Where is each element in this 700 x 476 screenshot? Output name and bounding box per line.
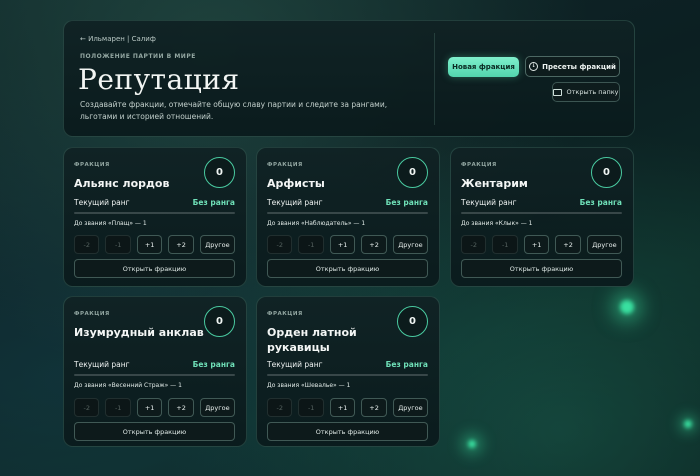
plus-1-button[interactable]: +1 [523, 235, 550, 254]
faction-card: ФРАКЦИЯ Арфисты 0 Текущий ранг Без ранга… [256, 147, 440, 287]
breadcrumb[interactable]: ← Ильмарен | Салиф [80, 35, 156, 43]
plus-1-button[interactable]: +1 [329, 398, 356, 417]
open-folder-label: Открыть папку [566, 88, 619, 96]
background-glow [468, 440, 476, 448]
faction-score: 0 [397, 157, 428, 188]
other-amount-button[interactable]: Другое [199, 398, 236, 417]
minus-1-button[interactable]: -1 [298, 398, 324, 417]
plus-1-button[interactable]: +1 [136, 235, 163, 254]
current-rank-label: Текущий ранг [267, 360, 323, 369]
background-glow [620, 300, 634, 314]
download-icon: ↓ [529, 62, 539, 71]
open-faction-button[interactable]: Открыть фракцию [267, 422, 428, 441]
next-rank-text: До звания «Весенний Страж» — 1 [74, 382, 182, 389]
reputation-step-buttons: -2 -1 +1 +2 Другое [267, 235, 429, 254]
next-rank-text: До звания «Шевалье» — 1 [267, 382, 351, 389]
rank-progress-bar [74, 212, 235, 214]
header-divider [434, 33, 435, 125]
faction-kicker: ФРАКЦИЯ [74, 162, 110, 168]
minus-2-button[interactable]: -2 [267, 235, 293, 254]
folder-icon [553, 88, 563, 96]
current-rank-label: Текущий ранг [267, 198, 323, 207]
rank-progress-bar [461, 212, 622, 214]
faction-kicker: ФРАКЦИЯ [267, 162, 303, 168]
reputation-step-buttons: -2 -1 +1 +2 Другое [74, 398, 236, 417]
reputation-step-buttons: -2 -1 +1 +2 Другое [74, 235, 236, 254]
page-title: Репутация [78, 63, 240, 96]
open-faction-button[interactable]: Открыть фракцию [74, 422, 235, 441]
rank-progress-bar [267, 374, 428, 376]
next-rank-text: До звания «Наблюдатель» — 1 [267, 220, 366, 227]
faction-name: Арфисты [267, 177, 325, 190]
minus-2-button[interactable]: -2 [74, 235, 100, 254]
open-faction-button[interactable]: Открыть фракцию [74, 259, 235, 278]
next-rank-text: До звания «Клык» — 1 [461, 220, 533, 227]
minus-1-button[interactable]: -1 [105, 398, 131, 417]
faction-card: ФРАКЦИЯ Жентарим 0 Текущий ранг Без ранг… [450, 147, 634, 287]
current-rank-value: Без ранга [192, 198, 235, 207]
reputation-step-buttons: -2 -1 +1 +2 Другое [267, 398, 429, 417]
reputation-step-buttons: -2 -1 +1 +2 Другое [461, 235, 623, 254]
faction-presets-button[interactable]: ↓ Пресеты фракций [525, 56, 620, 77]
minus-1-button[interactable]: -1 [105, 235, 131, 254]
faction-score: 0 [397, 306, 428, 337]
plus-2-button[interactable]: +2 [168, 235, 194, 254]
faction-kicker: ФРАКЦИЯ [74, 311, 110, 317]
minus-1-button[interactable]: -1 [492, 235, 518, 254]
minus-2-button[interactable]: -2 [461, 235, 487, 254]
current-rank-label: Текущий ранг [461, 198, 517, 207]
faction-score: 0 [204, 157, 235, 188]
plus-1-button[interactable]: +1 [329, 235, 356, 254]
current-rank-value: Без ранга [192, 360, 235, 369]
plus-2-button[interactable]: +2 [168, 398, 194, 417]
faction-name: Изумрудный анклав [74, 326, 204, 339]
plus-2-button[interactable]: +2 [361, 235, 387, 254]
new-faction-button[interactable]: Новая фракция [448, 57, 519, 77]
faction-score: 0 [204, 306, 235, 337]
faction-score: 0 [591, 157, 622, 188]
open-faction-button[interactable]: Открыть фракцию [267, 259, 428, 278]
faction-name: Альянс лордов [74, 177, 170, 190]
other-amount-button[interactable]: Другое [392, 235, 429, 254]
rank-progress-bar [74, 374, 235, 376]
faction-kicker: ФРАКЦИЯ [461, 162, 497, 168]
rank-progress-bar [267, 212, 428, 214]
current-rank-value: Без ранга [385, 360, 428, 369]
faction-name: Жентарим [461, 177, 528, 190]
minus-2-button[interactable]: -2 [74, 398, 100, 417]
open-folder-button[interactable]: Открыть папку [552, 82, 620, 102]
faction-card: ФРАКЦИЯ Орден латной рукавицы 0 Текущий … [256, 296, 440, 447]
current-rank-label: Текущий ранг [74, 360, 130, 369]
page-kicker: ПОЛОЖЕНИЕ ПАРТИИ В МИРЕ [80, 53, 196, 60]
current-rank-value: Без ранга [385, 198, 428, 207]
current-rank-label: Текущий ранг [74, 198, 130, 207]
background-glow [684, 420, 692, 428]
faction-card: ФРАКЦИЯ Изумрудный анклав 0 Текущий ранг… [63, 296, 247, 447]
other-amount-button[interactable]: Другое [199, 235, 236, 254]
minus-1-button[interactable]: -1 [298, 235, 324, 254]
plus-1-button[interactable]: +1 [136, 398, 163, 417]
current-rank-value: Без ранга [579, 198, 622, 207]
faction-card: ФРАКЦИЯ Альянс лордов 0 Текущий ранг Без… [63, 147, 247, 287]
next-rank-text: До звания «Плащ» — 1 [74, 220, 147, 227]
plus-2-button[interactable]: +2 [555, 235, 581, 254]
faction-kicker: ФРАКЦИЯ [267, 311, 303, 317]
open-faction-button[interactable]: Открыть фракцию [461, 259, 622, 278]
faction-presets-label: Пресеты фракций [542, 62, 616, 71]
faction-name: Орден латной рукавицы [267, 326, 357, 354]
other-amount-button[interactable]: Другое [392, 398, 429, 417]
page-description: Создавайте фракции, отмечайте общую слав… [80, 100, 388, 121]
reputation-header: ← Ильмарен | Салиф ПОЛОЖЕНИЕ ПАРТИИ В МИ… [63, 20, 635, 137]
minus-2-button[interactable]: -2 [267, 398, 293, 417]
other-amount-button[interactable]: Другое [586, 235, 623, 254]
plus-2-button[interactable]: +2 [361, 398, 387, 417]
